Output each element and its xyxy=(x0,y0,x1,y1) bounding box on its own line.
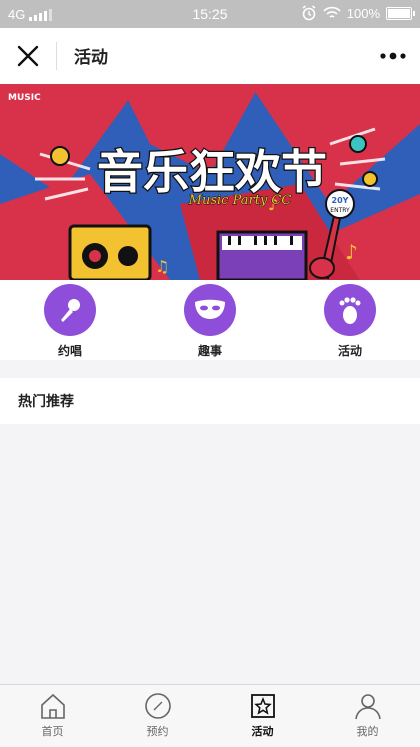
tab-label: 活动 xyxy=(251,725,274,738)
tab-bar: 首页 预约 活动 我的 xyxy=(0,684,420,747)
banner[interactable]: ♪ ♪ ♫ 音乐狂欢节 Music Party CC 20Y ENTRY MUS… xyxy=(0,84,420,280)
footprint-icon xyxy=(324,284,376,336)
more-icon[interactable] xyxy=(378,42,408,70)
banner-corner-text: MUSIC xyxy=(8,93,41,103)
category-sing[interactable]: 约唱 xyxy=(0,280,140,360)
compass-icon xyxy=(144,693,171,719)
battery-icon xyxy=(386,6,415,20)
banner-badge-line1: 20Y xyxy=(332,196,349,205)
banner-subtitle: Music Party CC xyxy=(188,193,292,208)
category-label: 趣事 xyxy=(197,344,222,358)
tab-label: 我的 xyxy=(356,725,379,738)
category-activity[interactable]: 活动 xyxy=(280,280,420,360)
svg-text:♪: ♪ xyxy=(345,240,358,264)
close-icon[interactable] xyxy=(14,42,42,70)
star-icon xyxy=(250,694,275,718)
tab-home[interactable]: 首页 xyxy=(0,685,105,747)
nav-divider xyxy=(56,42,57,70)
svg-text:♫: ♫ xyxy=(155,257,169,276)
tab-me[interactable]: 我的 xyxy=(315,685,420,747)
battery-percent: 100% xyxy=(346,5,380,21)
category-fun[interactable]: 趣事 xyxy=(140,280,280,360)
microphone-icon xyxy=(44,284,96,336)
tab-booking[interactable]: 预约 xyxy=(105,685,210,747)
wifi-icon xyxy=(323,6,341,18)
page-title: 活动 xyxy=(74,48,108,68)
alarm-icon xyxy=(302,5,316,21)
banner-title: 音乐狂欢节 xyxy=(97,145,327,199)
status-bar: 4G 15:25 100% xyxy=(0,0,420,28)
category-row: 约唱 趣事 活动 xyxy=(0,280,420,360)
user-icon xyxy=(354,694,381,720)
mask-icon xyxy=(184,284,236,336)
hot-section: 热门推荐 xyxy=(0,378,420,424)
category-label: 约唱 xyxy=(57,344,82,358)
nav-bar: 活动 xyxy=(0,28,420,84)
category-label: 活动 xyxy=(337,344,362,358)
home-icon xyxy=(40,693,65,719)
banner-badge-line2: ENTRY xyxy=(330,207,350,214)
tab-label: 首页 xyxy=(41,725,64,738)
section-title: 热门推荐 xyxy=(18,394,74,410)
tab-label: 预约 xyxy=(146,725,169,738)
tab-activity[interactable]: 活动 xyxy=(210,685,315,747)
